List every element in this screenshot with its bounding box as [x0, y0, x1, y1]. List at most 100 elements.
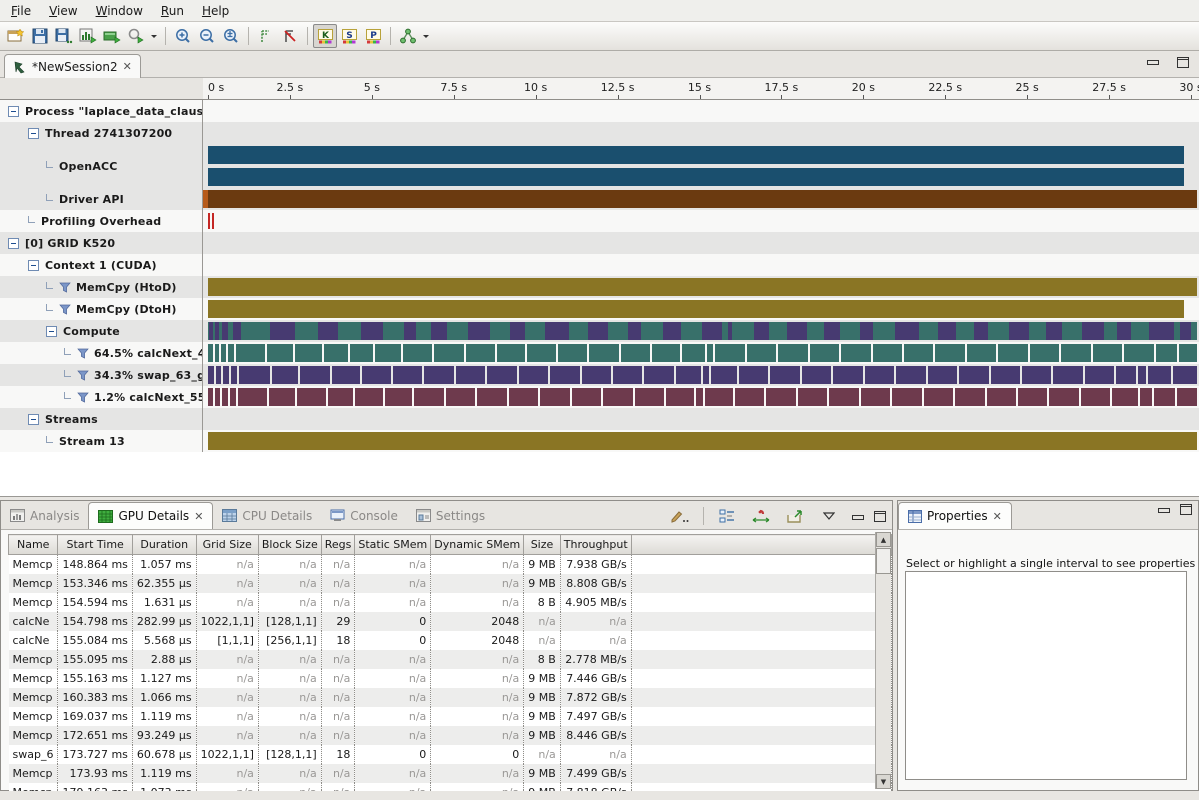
process-color-icon[interactable]: P — [361, 24, 385, 48]
interval-bar[interactable] — [1117, 322, 1131, 340]
tab-cpu-details[interactable]: CPU Details — [213, 502, 321, 529]
interval-bar[interactable] — [628, 322, 642, 340]
view-menu-icon[interactable] — [817, 504, 841, 528]
tree-item[interactable]: Streams — [0, 408, 203, 430]
clear-marker-icon[interactable] — [278, 24, 302, 48]
timeline-row-9[interactable]: MemCpy (DtoH) — [0, 298, 1199, 320]
table-row[interactable]: swap_6173.727 ms60.678 µs1022,1,1][128,1… — [9, 745, 892, 764]
scroll-down-icon[interactable]: ▼ — [876, 774, 891, 789]
zoom-out-icon[interactable] — [195, 24, 219, 48]
timeline-track[interactable] — [203, 298, 1199, 320]
table-row[interactable]: Memcp160.383 ms1.066 msn/an/an/an/an/a9 … — [9, 688, 892, 707]
interval-bar[interactable] — [203, 190, 208, 208]
collapse-icon[interactable] — [28, 260, 39, 271]
table-row[interactable]: Memcp154.594 ms1.631 µsn/an/an/an/an/a8 … — [9, 593, 892, 612]
search-dropdown-icon[interactable] — [148, 24, 160, 48]
tab-settings[interactable]: Settings — [407, 502, 494, 529]
interval-bar[interactable] — [1149, 322, 1175, 340]
timeline-row-3[interactable]: OpenACC — [0, 144, 1199, 188]
interval-bar[interactable] — [208, 344, 1197, 362]
tab-properties[interactable]: Properties ✕ — [898, 502, 1012, 529]
table-row[interactable]: Memcp153.346 ms62.355 µsn/an/an/an/an/a9… — [9, 574, 892, 593]
tab-close-icon[interactable]: ✕ — [194, 510, 203, 523]
interval-bar[interactable] — [974, 322, 988, 340]
table-row[interactable]: Memcp169.037 ms1.119 msn/an/an/an/an/a9 … — [9, 707, 892, 726]
menu-run[interactable]: Run — [152, 2, 193, 20]
save-icon[interactable] — [28, 24, 52, 48]
interval-bar[interactable] — [222, 322, 227, 340]
tree-item[interactable]: Thread 2741307200 — [0, 122, 203, 144]
interval-bar[interactable] — [468, 322, 490, 340]
column-header-size[interactable]: Size — [524, 535, 561, 555]
timeline-row-15[interactable]: Stream 13 — [0, 430, 1199, 452]
tree-item[interactable]: Context 1 (CUDA) — [0, 254, 203, 276]
table-row[interactable]: calcNe154.798 ms282.99 µs1022,1,1][128,1… — [9, 612, 892, 631]
column-header-throughput[interactable]: Throughput — [560, 535, 631, 555]
menu-window[interactable]: Window — [87, 2, 152, 20]
timeline-row-14[interactable]: Streams — [0, 408, 1199, 430]
interval-bar[interactable] — [663, 322, 681, 340]
interval-bar[interactable] — [860, 322, 874, 340]
column-header-regs[interactable]: Regs — [321, 535, 355, 555]
details-maximize-icon[interactable] — [874, 511, 886, 522]
run-application-icon[interactable] — [100, 24, 124, 48]
timeline-row-11[interactable]: 64.5% calcNext_47_... — [0, 342, 1199, 364]
interval-bar[interactable] — [208, 168, 1184, 186]
interval-bar[interactable] — [938, 322, 956, 340]
properties-tab-close-icon[interactable]: ✕ — [993, 510, 1002, 523]
timeline-track[interactable] — [203, 210, 1199, 232]
column-header-static-smem[interactable]: Static SMem — [355, 535, 431, 555]
maximize-icon[interactable] — [1177, 57, 1189, 68]
interval-bar[interactable] — [702, 322, 722, 340]
filter-funnel-icon[interactable] — [77, 348, 89, 359]
tab-console[interactable]: Console — [321, 502, 407, 529]
column-header-grid-size[interactable]: Grid Size — [196, 535, 258, 555]
session-tab-close-icon[interactable]: ✕ — [123, 60, 132, 73]
interval-bar[interactable] — [728, 322, 732, 340]
tree-item[interactable]: Process "laplace_data_clauses 10... — [0, 100, 203, 122]
timeline-track[interactable] — [203, 122, 1199, 144]
column-header-start-time[interactable]: Start Time — [58, 535, 132, 555]
tree-item[interactable]: Compute — [0, 320, 203, 342]
timeline-track[interactable] — [203, 232, 1199, 254]
interval-bar[interactable] — [588, 322, 608, 340]
column-header-dynamic-smem[interactable]: Dynamic SMem — [431, 535, 524, 555]
collapse-icon[interactable] — [8, 106, 19, 117]
timeline-row-2[interactable]: Thread 2741307200 — [0, 122, 1199, 144]
tab-analysis[interactable]: Analysis — [1, 502, 88, 529]
interval-bar[interactable] — [1082, 322, 1104, 340]
interval-bar[interactable] — [1180, 322, 1191, 340]
timeline-row-13[interactable]: 1.2% calcNext_55_g... — [0, 386, 1199, 408]
annotate-icon[interactable] — [668, 504, 692, 528]
overhead-tick[interactable] — [212, 213, 214, 229]
timeline-row-12[interactable]: 34.3% swap_63_gpu — [0, 364, 1199, 386]
tree-item[interactable]: Driver API — [0, 188, 203, 210]
timeline-row-1[interactable]: Process "laplace_data_clauses 10... — [0, 100, 1199, 122]
filter-funnel-icon[interactable] — [77, 370, 89, 381]
scroll-thumb[interactable] — [876, 548, 891, 574]
timeline-track[interactable] — [203, 254, 1199, 276]
timeline-row-5[interactable]: Profiling Overhead — [0, 210, 1199, 232]
table-row[interactable]: calcNe155.084 ms5.568 µs[1,1,1][256,1,1]… — [9, 631, 892, 650]
timeline-track[interactable] — [203, 144, 1199, 188]
timeline-row-6[interactable]: [0] GRID K520 — [0, 232, 1199, 254]
table-row[interactable]: Memcp173.93 ms1.119 msn/an/an/an/an/a9 M… — [9, 764, 892, 783]
interval-bar[interactable] — [208, 300, 1184, 318]
tree-item[interactable]: MemCpy (DtoH) — [0, 298, 203, 320]
collapse-icon[interactable] — [28, 128, 39, 139]
add-marker-icon[interactable] — [254, 24, 278, 48]
interval-bar[interactable] — [824, 322, 840, 340]
interval-bar[interactable] — [215, 322, 218, 340]
timeline-track[interactable] — [203, 320, 1199, 342]
zoom-fit-icon[interactable] — [219, 24, 243, 48]
column-header-duration[interactable]: Duration — [132, 535, 196, 555]
timeline-track[interactable] — [203, 364, 1199, 386]
column-header-name[interactable]: Name — [9, 535, 58, 555]
analysis-tree-icon[interactable] — [396, 24, 420, 48]
interval-bar[interactable] — [209, 322, 212, 340]
layout-icon[interactable] — [715, 504, 739, 528]
filter-funnel-icon[interactable] — [77, 392, 89, 403]
collapse-icon[interactable] — [46, 326, 57, 337]
interval-bar[interactable] — [510, 322, 526, 340]
timeline-track[interactable] — [203, 100, 1199, 122]
